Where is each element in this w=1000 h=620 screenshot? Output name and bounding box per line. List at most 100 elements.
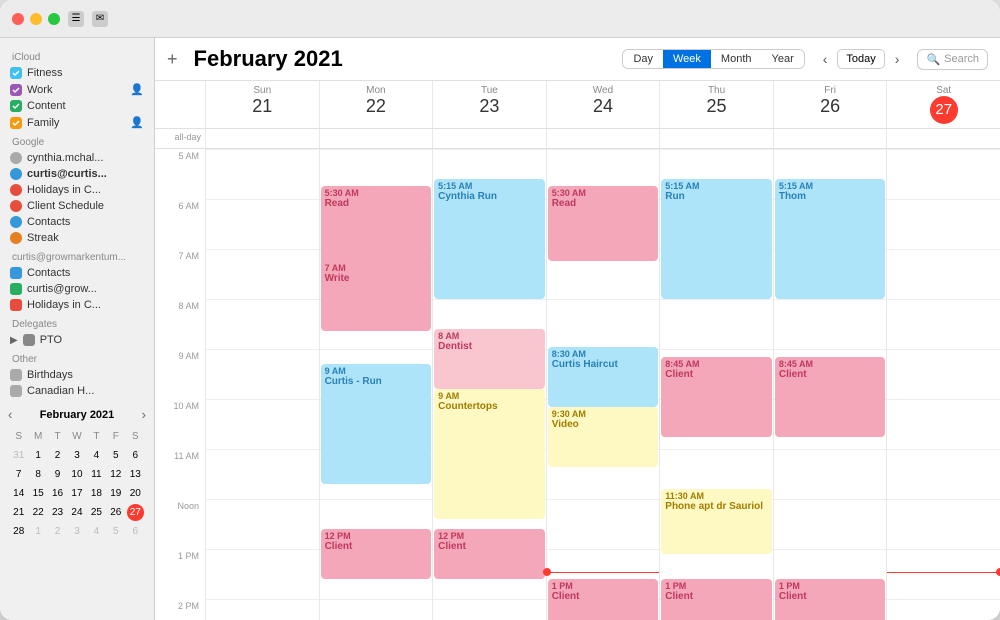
mini-cal-day[interactable]: 5 <box>107 447 124 464</box>
mini-cal-day[interactable]: 8 <box>29 466 46 483</box>
mini-cal-day[interactable]: 7 <box>10 466 27 483</box>
event-title: Write <box>325 273 428 284</box>
today-button[interactable]: Today <box>837 49 884 69</box>
day-header-sat[interactable]: Sat 27 <box>886 81 1000 128</box>
google-cal-item[interactable]: curtis@curtis... <box>0 166 154 182</box>
day-name: Thu <box>660 85 773 96</box>
day-header-sun[interactable]: Sun 21 <box>205 81 319 128</box>
mail-icon[interactable]: ✉ <box>92 11 108 27</box>
event-block[interactable]: 11:30 AM Phone apt dr Sauriol <box>661 489 772 554</box>
mini-cal-day[interactable]: 3 <box>68 523 85 540</box>
mini-cal-day[interactable]: 4 <box>88 523 105 540</box>
mini-cal-day[interactable]: 4 <box>88 447 105 464</box>
search-box[interactable]: 🔍 Search <box>917 49 988 70</box>
mini-cal-day[interactable]: 26 <box>107 504 124 521</box>
mini-cal-day[interactable]: 18 <box>88 485 105 502</box>
mini-cal-day[interactable]: 13 <box>127 466 144 483</box>
mini-cal-day[interactable]: 6 <box>127 523 144 540</box>
curtis-cal-item[interactable]: Holidays in C... <box>0 297 154 313</box>
fullscreen-button[interactable] <box>48 13 60 25</box>
mini-cal-day[interactable]: 3 <box>68 447 85 464</box>
event-block[interactable]: 1 PM Client <box>775 579 886 620</box>
day-header-thu[interactable]: Thu 25 <box>659 81 773 128</box>
mini-cal-day[interactable]: 22 <box>29 504 46 521</box>
event-block[interactable]: 9:30 AM Video <box>548 407 659 467</box>
mini-cal-day[interactable]: 11 <box>88 466 105 483</box>
event-block[interactable]: 5:15 AM Cynthia Run <box>434 179 545 299</box>
mini-cal-day[interactable]: 12 <box>107 466 124 483</box>
event-block[interactable]: 5:30 AM Read <box>321 186 432 266</box>
pto-item[interactable]: ▶ PTO <box>0 332 154 348</box>
mini-cal-day[interactable]: 27 <box>127 504 144 521</box>
event-block[interactable]: 7 AM Write <box>321 261 432 331</box>
day-header-tue[interactable]: Tue 23 <box>432 81 546 128</box>
next-week-button[interactable]: › <box>889 49 906 69</box>
day-header-fri[interactable]: Fri 26 <box>773 81 887 128</box>
event-block[interactable]: 5:30 AM Read <box>548 186 659 261</box>
mini-cal-day[interactable]: 21 <box>10 504 27 521</box>
mini-cal-day[interactable]: 9 <box>49 466 66 483</box>
icloud-cal-fitness[interactable]: Fitness <box>0 65 154 81</box>
icloud-cal-work[interactable]: Work 👤 <box>0 81 154 98</box>
google-cal-item[interactable]: cynthia.mchal... <box>0 150 154 166</box>
event-block[interactable]: 8:45 AM Client <box>661 357 772 437</box>
mini-cal-day[interactable]: 16 <box>49 485 66 502</box>
prev-week-button[interactable]: ‹ <box>817 49 834 69</box>
add-event-button[interactable]: + <box>167 49 178 70</box>
mini-cal-day[interactable]: 2 <box>49 447 66 464</box>
mini-cal-day[interactable]: 14 <box>10 485 27 502</box>
mini-cal-day[interactable]: 15 <box>29 485 46 502</box>
google-cal-item[interactable]: Holidays in C... <box>0 182 154 198</box>
day-header-mon[interactable]: Mon 22 <box>319 81 433 128</box>
mini-cal-day[interactable]: 6 <box>127 447 144 464</box>
event-block[interactable]: 12 PM Client <box>434 529 545 579</box>
event-block[interactable]: 5:15 AM Run <box>661 179 772 299</box>
mini-cal-day[interactable]: 10 <box>68 466 85 483</box>
mini-cal-day[interactable]: 28 <box>10 523 27 540</box>
other-cal-item[interactable]: Birthdays <box>0 367 154 383</box>
close-button[interactable] <box>12 13 24 25</box>
view-tab-week[interactable]: Week <box>663 50 711 68</box>
google-cal-item[interactable]: Streak <box>0 230 154 246</box>
sidebar-toggle-icon[interactable]: ☰ <box>68 11 84 27</box>
icloud-cal-content[interactable]: Content <box>0 98 154 114</box>
mini-cal-day[interactable]: 31 <box>10 447 27 464</box>
view-tab-day[interactable]: Day <box>623 50 663 68</box>
mini-cal-day[interactable]: 5 <box>107 523 124 540</box>
event-title: Client <box>665 369 768 380</box>
mini-cal-day[interactable]: 24 <box>68 504 85 521</box>
cal-label: Canadian H... <box>27 385 144 397</box>
google-cal-item[interactable]: Contacts <box>0 214 154 230</box>
mini-cal-day[interactable]: 17 <box>68 485 85 502</box>
view-tab-year[interactable]: Year <box>762 50 804 68</box>
minimize-button[interactable] <box>30 13 42 25</box>
mini-cal-day[interactable]: 19 <box>107 485 124 502</box>
mini-cal-day[interactable]: 20 <box>127 485 144 502</box>
view-tab-month[interactable]: Month <box>711 50 762 68</box>
event-block[interactable]: 9 AM Countertops <box>434 389 545 519</box>
col-wed: 5:30 AM Read 8:30 AM Curtis Haircut 9:30… <box>546 149 660 620</box>
event-block[interactable]: 1 PM Client <box>661 579 772 620</box>
event-block[interactable]: 9 AM Curtis - Run <box>321 364 432 484</box>
google-cal-item[interactable]: Client Schedule <box>0 198 154 214</box>
event-block[interactable]: 8:30 AM Curtis Haircut <box>548 347 659 407</box>
event-block[interactable]: 8 AM Dentist <box>434 329 545 389</box>
mini-cal-day[interactable]: 1 <box>29 447 46 464</box>
event-block[interactable]: 8:45 AM Client <box>775 357 886 437</box>
event-block[interactable]: 12 PM Client <box>321 529 432 579</box>
mini-cal-prev-button[interactable]: ‹ <box>8 407 12 422</box>
day-header-wed[interactable]: Wed 24 <box>546 81 660 128</box>
mini-cal-day[interactable]: 2 <box>49 523 66 540</box>
other-cal-item[interactable]: Canadian H... <box>0 383 154 399</box>
event-block[interactable]: 5:15 AM Thom <box>775 179 886 299</box>
mini-cal-day[interactable]: 23 <box>49 504 66 521</box>
cal-checkbox <box>10 84 22 96</box>
curtis-cal-item[interactable]: curtis@grow... <box>0 281 154 297</box>
mini-cal-day[interactable]: 1 <box>29 523 46 540</box>
mini-cal-day[interactable]: 25 <box>88 504 105 521</box>
curtis-cal-item[interactable]: Contacts <box>0 265 154 281</box>
mini-cal-next-button[interactable]: › <box>142 407 146 422</box>
event-block[interactable]: 1 PM Client <box>548 579 659 620</box>
other-calendar-list: Birthdays Canadian H... <box>0 367 154 399</box>
icloud-cal-family[interactable]: Family 👤 <box>0 114 154 131</box>
